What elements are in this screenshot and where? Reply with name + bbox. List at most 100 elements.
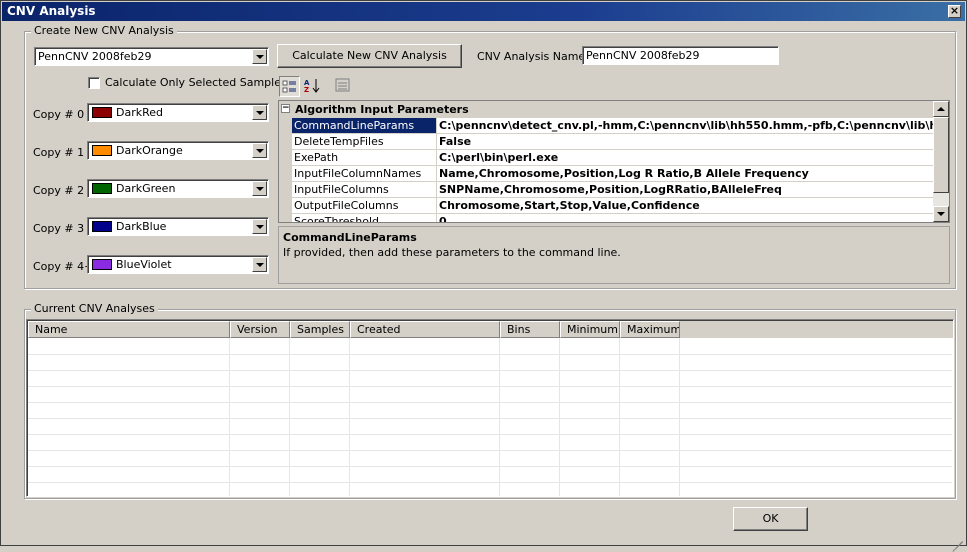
column-header-samples[interactable]: Samples	[290, 321, 350, 338]
copy-3-color-select[interactable]: DarkBlue	[87, 217, 269, 236]
property-help-title: CommandLineParams	[283, 231, 417, 244]
resize-grip-icon[interactable]	[951, 530, 963, 552]
copy-1-color-name: DarkOrange	[116, 144, 183, 157]
column-header-created[interactable]: Created	[350, 321, 500, 338]
row-gutter	[279, 118, 292, 134]
copy-4-color-name: BlueViolet	[116, 258, 172, 271]
grid-line	[28, 370, 952, 371]
ok-button[interactable]: OK	[733, 507, 808, 531]
analysis-type-select[interactable]: PennCNV 2008feb29	[34, 47, 269, 66]
copy-4-label: Copy # 4+	[33, 260, 94, 273]
property-value[interactable]: False	[437, 134, 934, 150]
property-name[interactable]: InputFileColumnNames	[292, 166, 437, 182]
copy-3-color-name: DarkBlue	[116, 220, 167, 233]
property-help-text: If provided, then add these parameters t…	[283, 246, 621, 259]
copy-4-color-select[interactable]: BlueViolet	[87, 255, 269, 274]
grid-line	[28, 434, 952, 435]
property-row[interactable]: ExePath C:\perl\bin\perl.exe	[279, 150, 934, 166]
copy-0-color-select[interactable]: DarkRed	[87, 103, 269, 122]
property-name[interactable]: DeleteTempFiles	[292, 134, 437, 150]
copy-0-label: Copy # 0	[33, 108, 85, 121]
property-name[interactable]: CommandLineParams	[292, 118, 437, 134]
column-header-minimum[interactable]: Minimum	[560, 321, 620, 338]
copy-0-swatch	[92, 107, 112, 118]
window-title: CNV Analysis	[7, 4, 96, 18]
only-selected-checkbox[interactable]	[88, 77, 100, 89]
property-pages-icon[interactable]	[332, 76, 353, 97]
scroll-down-icon[interactable]	[933, 206, 949, 222]
property-category-label: Algorithm Input Parameters	[295, 103, 469, 116]
chevron-down-icon[interactable]	[252, 143, 267, 158]
only-selected-label: Calculate Only Selected Samples	[105, 76, 287, 89]
copy-1-swatch	[92, 145, 112, 156]
scroll-thumb[interactable]	[933, 117, 949, 193]
chevron-down-icon[interactable]	[252, 105, 267, 120]
scroll-up-icon[interactable]	[933, 101, 949, 117]
title-bar: CNV Analysis ×	[2, 2, 965, 21]
copy-1-color-select[interactable]: DarkOrange	[87, 141, 269, 160]
copy-4-swatch	[92, 259, 112, 270]
column-header-version[interactable]: Version	[230, 321, 290, 338]
calculate-analysis-button[interactable]: Calculate New CNV Analysis	[277, 44, 462, 68]
property-value[interactable]: Chromosome,Start,Stop,Value,Confidence	[437, 198, 934, 214]
chevron-down-icon[interactable]	[252, 257, 267, 272]
property-name[interactable]: ScoreThreshold	[292, 214, 437, 222]
property-value[interactable]: SNPName,Chromosome,Position,LogRRatio,BA…	[437, 182, 934, 198]
copy-3-swatch	[92, 221, 112, 232]
current-analyses-legend: Current CNV Analyses	[31, 302, 158, 315]
grid-line	[28, 482, 952, 483]
row-gutter	[279, 198, 292, 214]
chevron-down-icon[interactable]	[252, 181, 267, 196]
property-name[interactable]: InputFileColumns	[292, 182, 437, 198]
analysis-name-input[interactable]: PennCNV 2008feb29	[582, 46, 779, 65]
grid-line	[28, 466, 952, 467]
copy-1-label: Copy # 1	[33, 146, 85, 159]
cnv-analysis-window: CNV Analysis × Create New CNV Analysis P…	[0, 0, 967, 552]
grid-line	[559, 338, 560, 496]
grid-line	[28, 450, 952, 451]
analyses-table[interactable]: Name Version Samples Created Bins Minimu…	[26, 319, 954, 497]
property-help-panel: CommandLineParams If provided, then add …	[278, 226, 950, 284]
property-row[interactable]: CommandLineParams C:\penncnv\detect_cnv.…	[279, 118, 934, 134]
row-gutter	[279, 214, 292, 222]
column-header-name[interactable]: Name	[28, 321, 230, 338]
property-value[interactable]: C:\penncnv\detect_cnv.pl,-hmm,C:\penncnv…	[437, 118, 934, 134]
property-row[interactable]: DeleteTempFiles False	[279, 134, 934, 150]
property-grid-scrollbar[interactable]	[933, 101, 949, 222]
collapse-icon[interactable]: −	[281, 104, 290, 113]
analysis-name-label: CNV Analysis Name	[477, 50, 586, 63]
property-row[interactable]: InputFileColumnNames Name,Chromosome,Pos…	[279, 166, 934, 182]
chevron-down-icon[interactable]	[252, 219, 267, 234]
property-value[interactable]: Name,Chromosome,Position,Log R Ratio,B A…	[437, 166, 934, 182]
row-gutter	[279, 150, 292, 166]
row-gutter	[279, 134, 292, 150]
copy-2-color-name: DarkGreen	[116, 182, 176, 195]
alphabetical-sort-icon[interactable]: A Z	[302, 76, 323, 97]
property-row[interactable]: ScoreThreshold 0	[279, 214, 934, 222]
grid-line	[28, 354, 952, 355]
create-analysis-legend: Create New CNV Analysis	[31, 24, 177, 37]
grid-line	[289, 338, 290, 496]
chevron-down-icon[interactable]	[252, 49, 267, 64]
grid-line	[679, 338, 680, 496]
column-header-bins[interactable]: Bins	[500, 321, 560, 338]
grid-line	[619, 338, 620, 496]
property-value[interactable]: C:\perl\bin\perl.exe	[437, 150, 934, 166]
categorized-icon[interactable]	[279, 76, 300, 97]
grid-line	[229, 338, 230, 496]
grid-line	[349, 338, 350, 496]
row-gutter	[279, 182, 292, 198]
close-icon[interactable]: ×	[948, 5, 961, 18]
property-name[interactable]: OutputFileColumns	[292, 198, 437, 214]
analysis-type-value: PennCNV 2008feb29	[38, 50, 152, 63]
copy-2-color-select[interactable]: DarkGreen	[87, 179, 269, 198]
property-category: − Algorithm Input Parameters	[279, 101, 934, 118]
property-value[interactable]: 0	[437, 214, 934, 222]
copy-3-label: Copy # 3	[33, 222, 85, 235]
property-name[interactable]: ExePath	[292, 150, 437, 166]
column-header-maximum[interactable]: Maximum	[620, 321, 680, 338]
row-gutter	[279, 166, 292, 182]
property-row[interactable]: OutputFileColumns Chromosome,Start,Stop,…	[279, 198, 934, 214]
property-row[interactable]: InputFileColumns SNPName,Chromosome,Posi…	[279, 182, 934, 198]
grid-line	[499, 338, 500, 496]
